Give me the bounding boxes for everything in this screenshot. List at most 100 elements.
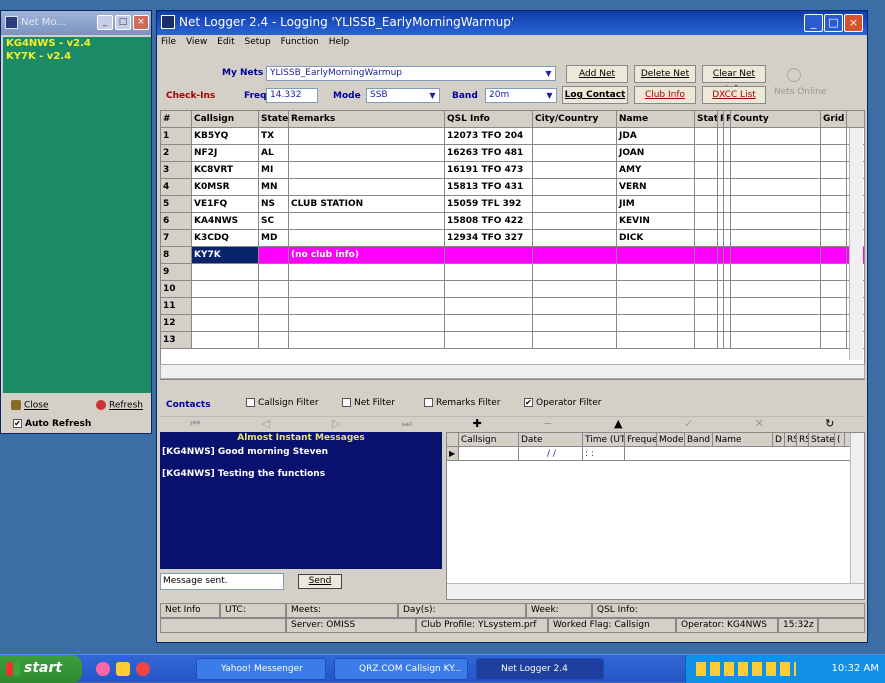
table-cell[interactable]: AL — [259, 145, 289, 161]
checkin-grid[interactable]: # Callsign State Remarks QSL Info City/C… — [160, 110, 865, 380]
mode-select[interactable]: SSB ▼ — [366, 88, 440, 103]
table-cell[interactable] — [821, 264, 847, 280]
table-cell[interactable] — [731, 128, 821, 144]
table-cell[interactable]: 15059 TFL 392 — [445, 196, 533, 212]
log-col-rs1[interactable]: RS — [785, 433, 797, 446]
table-cell[interactable] — [617, 264, 695, 280]
table-cell[interactable] — [821, 281, 847, 297]
table-cell[interactable] — [259, 281, 289, 297]
table-cell[interactable] — [445, 298, 533, 314]
table-cell[interactable] — [289, 128, 445, 144]
col-name[interactable]: Name — [617, 111, 695, 127]
quicklaunch-icon[interactable] — [116, 662, 130, 676]
table-row[interactable]: 3 KC8VRT MI 16191 TFO 473 AMY — [161, 162, 864, 179]
table-cell[interactable] — [724, 196, 731, 212]
table-cell[interactable] — [533, 247, 617, 263]
close-icon[interactable]: × — [844, 14, 863, 32]
table-cell[interactable] — [192, 315, 259, 331]
close-icon[interactable]: × — [133, 15, 149, 30]
log-col-name[interactable]: Name — [713, 433, 773, 446]
remarks-filter-checkbox[interactable]: Remarks Filter — [424, 398, 500, 408]
table-cell[interactable] — [724, 213, 731, 229]
log-row[interactable]: ▶ / / : : — [447, 447, 864, 461]
table-cell[interactable] — [724, 247, 731, 263]
table-cell[interactable] — [724, 145, 731, 161]
table-cell[interactable]: AMY — [617, 162, 695, 178]
table-cell[interactable] — [289, 264, 445, 280]
table-cell[interactable]: (no club info) — [289, 247, 445, 263]
table-cell[interactable] — [695, 128, 718, 144]
table-cell[interactable] — [731, 332, 821, 348]
prior-record-icon[interactable]: ◁ — [233, 417, 299, 433]
table-cell[interactable] — [533, 145, 617, 161]
table-cell[interactable] — [695, 264, 718, 280]
table-cell[interactable]: KA4NWS — [192, 213, 259, 229]
table-cell[interactable] — [695, 213, 718, 229]
col-remarks[interactable]: Remarks — [289, 111, 445, 127]
delete-record-icon[interactable]: − — [515, 417, 581, 433]
minimize-icon[interactable]: _ — [97, 15, 113, 30]
task-qrz[interactable]: QRZ.COM Callsign KY... — [334, 658, 468, 680]
insert-record-icon[interactable]: ✚ — [444, 417, 510, 433]
close-button[interactable]: Close — [7, 397, 53, 415]
maximize-icon[interactable]: □ — [115, 15, 131, 30]
table-cell[interactable] — [731, 179, 821, 195]
table-cell[interactable] — [821, 213, 847, 229]
col-qsl-info[interactable]: QSL Info — [445, 111, 533, 127]
table-cell[interactable] — [724, 128, 731, 144]
col-grid[interactable]: Grid — [821, 111, 847, 127]
table-cell[interactable] — [533, 298, 617, 314]
table-cell[interactable]: JIM — [617, 196, 695, 212]
table-cell[interactable] — [289, 281, 445, 297]
table-cell[interactable] — [445, 247, 533, 263]
globe-icon[interactable] — [787, 68, 801, 82]
table-row[interactable]: 9 — [161, 264, 864, 281]
table-cell[interactable] — [695, 230, 718, 246]
list-item[interactable]: KG4NWS - v2.4 — [3, 37, 151, 50]
log-col-d[interactable]: D — [773, 433, 785, 446]
log-col-more[interactable]: ( — [835, 433, 845, 446]
table-cell[interactable] — [617, 332, 695, 348]
menu-help[interactable]: Help — [329, 37, 350, 47]
table-cell[interactable] — [821, 230, 847, 246]
table-cell[interactable] — [533, 128, 617, 144]
table-cell[interactable] — [695, 162, 718, 178]
menu-setup[interactable]: Setup — [244, 37, 270, 47]
send-button[interactable]: Send — [298, 574, 342, 589]
table-cell[interactable] — [695, 179, 718, 195]
log-hscrollbar[interactable] — [447, 583, 864, 599]
table-cell[interactable] — [731, 264, 821, 280]
table-cell[interactable] — [533, 281, 617, 297]
table-cell[interactable]: 16263 TFO 481 — [445, 145, 533, 161]
table-cell[interactable] — [731, 230, 821, 246]
table-row[interactable]: 12 — [161, 315, 864, 332]
user-list[interactable]: KG4NWS - v2.4 KY7K - v2.4 — [3, 37, 151, 393]
log-col-rs2[interactable]: RS — [797, 433, 809, 446]
table-cell[interactable] — [259, 315, 289, 331]
grid-hscrollbar[interactable] — [160, 364, 865, 379]
table-cell[interactable] — [533, 264, 617, 280]
table-cell[interactable]: NF2J — [192, 145, 259, 161]
table-cell[interactable] — [445, 332, 533, 348]
club-info-button[interactable]: Club Info — [634, 86, 696, 104]
table-cell[interactable] — [533, 230, 617, 246]
table-cell[interactable] — [445, 264, 533, 280]
table-cell[interactable] — [724, 179, 731, 195]
log-col-frequency[interactable]: Frequer — [625, 433, 657, 446]
table-cell[interactable] — [617, 281, 695, 297]
table-cell[interactable] — [731, 315, 821, 331]
table-row[interactable]: 2 NF2J AL 16263 TFO 481 JOAN — [161, 145, 864, 162]
add-net-button[interactable]: Add Net — [566, 65, 628, 83]
table-row[interactable]: 1 KB5YQ TX 12073 TFO 204 JDA — [161, 128, 864, 145]
table-cell[interactable] — [821, 145, 847, 161]
maximize-icon[interactable]: □ — [824, 14, 843, 32]
table-cell[interactable] — [821, 162, 847, 178]
table-row[interactable]: 8 KY7K (no club info) — [161, 247, 864, 264]
table-cell[interactable] — [724, 281, 731, 297]
tray-icons[interactable] — [696, 662, 796, 676]
menu-file[interactable]: File — [161, 37, 176, 47]
table-cell[interactable] — [731, 145, 821, 161]
table-cell[interactable] — [695, 315, 718, 331]
log-contact-button[interactable]: Log Contact — [562, 86, 628, 104]
table-cell[interactable] — [445, 315, 533, 331]
